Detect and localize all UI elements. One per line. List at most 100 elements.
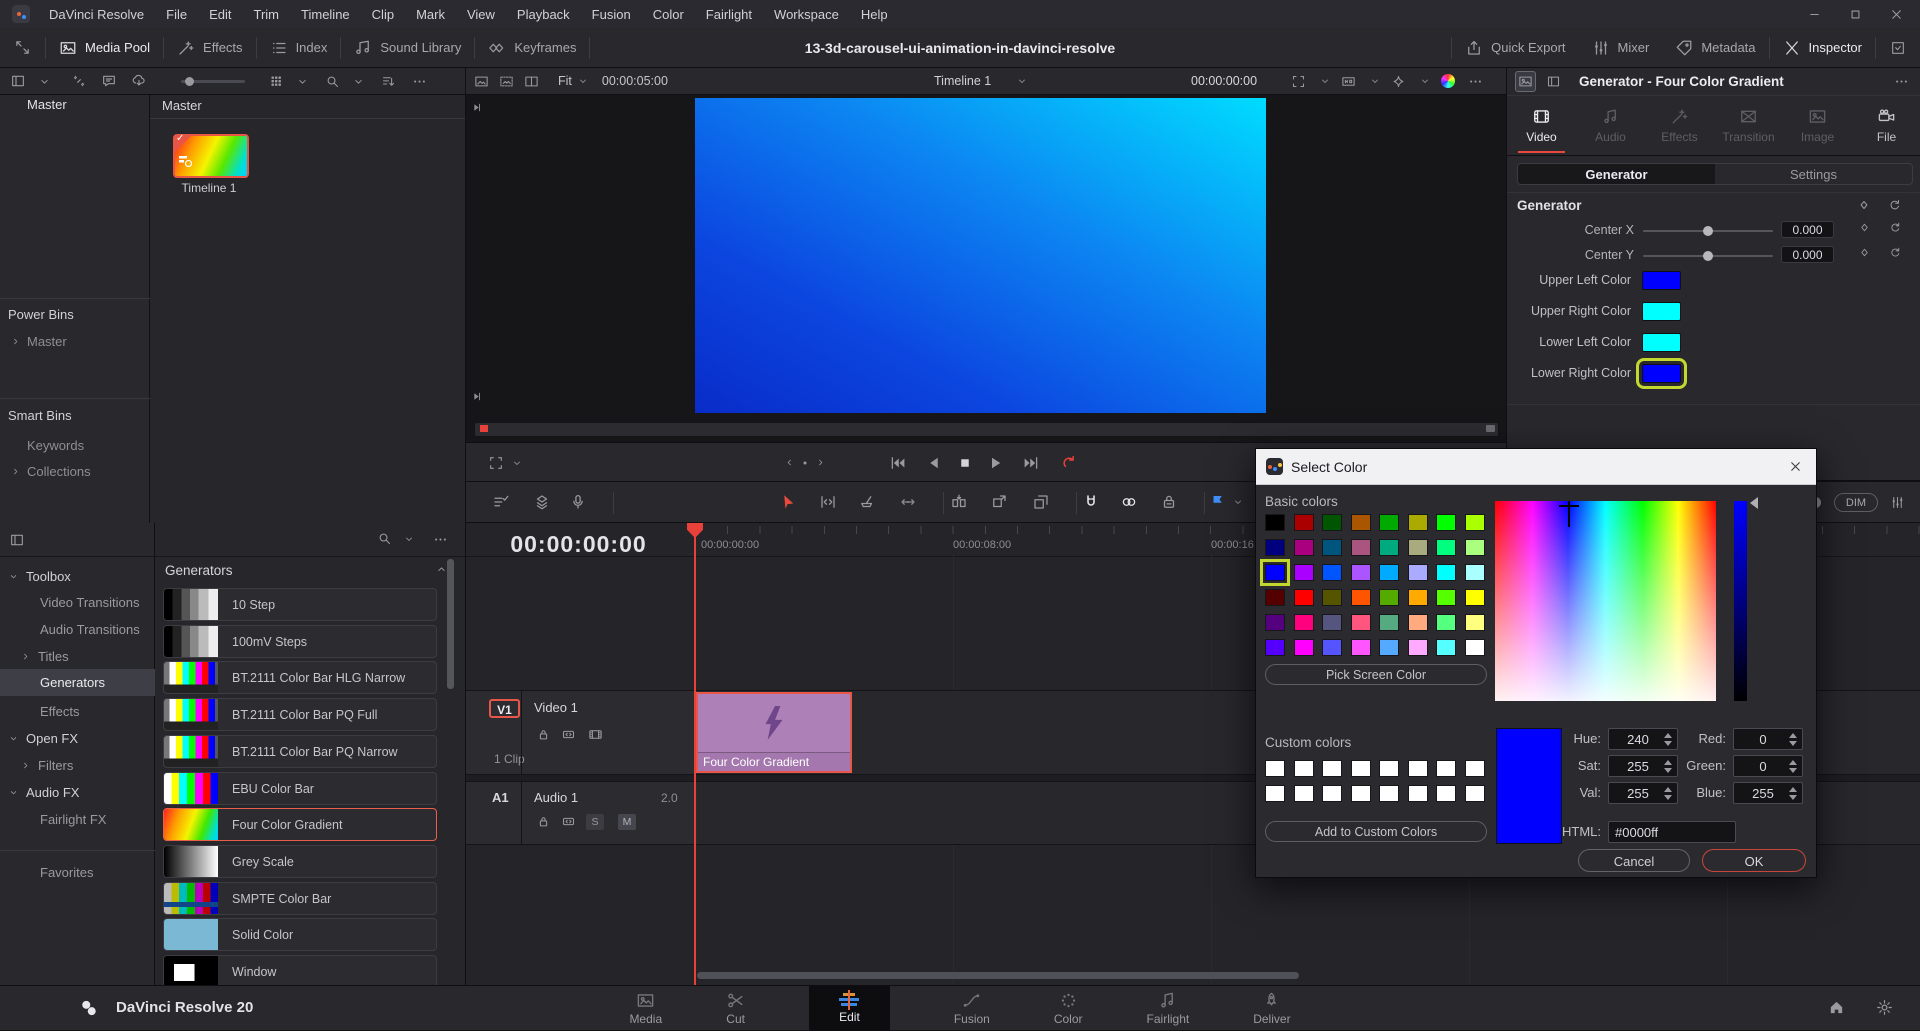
custom-color-swatch-6[interactable] [1436, 760, 1456, 777]
basic-color-swatch-ff007f[interactable] [1294, 614, 1314, 631]
sort-icon[interactable] [381, 74, 396, 89]
color-swatch-lower-right-color[interactable] [1642, 364, 1681, 383]
viewer-timeline-select[interactable]: Timeline 1 [934, 74, 991, 88]
sidebar-item-video-transitions[interactable]: Video Transitions [0, 589, 155, 616]
basic-color-swatch-00aa7f[interactable] [1379, 539, 1399, 556]
basic-color-swatch-ffaa00[interactable] [1408, 589, 1428, 606]
dialog-title-bar[interactable]: Select Color [1256, 449, 1816, 485]
audio-track-name[interactable]: Audio 1 [534, 790, 578, 805]
close-icon[interactable] [1889, 7, 1904, 22]
viewer-out-marker-icon[interactable] [470, 390, 483, 403]
razor-icon[interactable] [858, 493, 876, 511]
basic-color-swatch-00ff7f[interactable] [1436, 539, 1456, 556]
custom-color-swatch-9[interactable] [1294, 785, 1314, 802]
basic-color-swatch-ff557f[interactable] [1351, 614, 1371, 631]
chevron-down-icon[interactable] [296, 75, 309, 88]
timeline-clip-four-color-gradient[interactable]: Four Color Gradient [696, 692, 852, 773]
bin-tree-master[interactable]: Master [27, 97, 67, 112]
trim-edit-icon[interactable] [819, 493, 837, 511]
play-icon[interactable] [986, 454, 1004, 472]
basic-color-swatch-aaff7f[interactable] [1465, 539, 1485, 556]
tab-transition[interactable]: Transition [1714, 95, 1783, 155]
sound-library-button[interactable]: Sound Library [341, 28, 474, 67]
home-icon[interactable] [1828, 999, 1845, 1016]
custom-color-swatch-0[interactable] [1265, 760, 1285, 777]
add-to-custom-colors-button[interactable]: Add to Custom Colors [1265, 821, 1487, 842]
rgb-green-field[interactable]: 0 [1733, 755, 1803, 777]
rgb-red-field[interactable]: 0 [1733, 728, 1803, 750]
loop-icon[interactable] [1060, 454, 1078, 472]
voiceover-mic-icon[interactable] [569, 493, 587, 511]
menu-trim[interactable]: Trim [243, 0, 291, 28]
insert-clip-icon[interactable] [950, 493, 968, 511]
audio-track-badge[interactable]: A1 [492, 790, 509, 805]
basic-color-swatch-00557f[interactable] [1322, 539, 1342, 556]
sidebar-item-effects[interactable]: Effects [0, 698, 155, 725]
page-tab-fairlight[interactable]: Fairlight [1147, 986, 1190, 1031]
tab-effects[interactable]: Effects [1645, 95, 1714, 155]
minimize-icon[interactable] [1807, 7, 1822, 22]
auto-select-icon[interactable] [561, 814, 576, 829]
chevron-down-icon[interactable] [577, 75, 589, 87]
tab-audio[interactable]: Audio [1576, 95, 1645, 155]
grid-view-icon[interactable] [269, 74, 284, 89]
basic-color-swatch-ffffff[interactable] [1465, 639, 1485, 656]
basic-color-swatch-ff00ff[interactable] [1294, 639, 1314, 656]
ellipsis-icon[interactable] [412, 74, 427, 89]
basic-color-swatch-000000[interactable] [1265, 514, 1285, 531]
menu-edit[interactable]: Edit [198, 0, 242, 28]
timeline-horizontal-scrollbar[interactable] [697, 972, 1299, 979]
basic-color-swatch-005500[interactable] [1322, 514, 1342, 531]
generator-item-100mv-steps[interactable]: 100mV Steps [163, 625, 437, 658]
slider-value-1[interactable]: 0.000 [1781, 246, 1834, 263]
tab-image[interactable]: Image [1783, 95, 1852, 155]
html-field[interactable]: #0000ff [1608, 821, 1736, 843]
dim-button[interactable]: DIM [1834, 493, 1878, 512]
hue-saturation-map[interactable] [1495, 501, 1716, 701]
basic-color-swatch-aaaa00[interactable] [1408, 514, 1428, 531]
tab-file[interactable]: File [1852, 95, 1920, 155]
reset-icon[interactable] [1888, 198, 1902, 212]
menu-clip[interactable]: Clip [361, 0, 405, 28]
dynamic-trim-icon[interactable] [899, 493, 917, 511]
sidebar-item-filters[interactable]: Filters [0, 752, 155, 779]
rgb-red-spinner[interactable] [1789, 729, 1797, 749]
replace-clip-icon[interactable] [1032, 493, 1050, 511]
rgb-blue-spinner[interactable] [1789, 783, 1797, 803]
zoom-slider-handle[interactable] [185, 77, 194, 86]
zoom-slider[interactable] [181, 80, 245, 83]
menu-view[interactable]: View [456, 0, 506, 28]
audio-track-header[interactable]: A1Audio 12.0SM [466, 781, 697, 845]
chevron-down-icon[interactable] [1016, 75, 1028, 87]
viewer-zoom-select[interactable]: Fit [558, 74, 572, 88]
index-button[interactable]: Index [257, 28, 341, 67]
basic-color-swatch-ffff7f[interactable] [1465, 614, 1485, 631]
basic-color-swatch-55ff7f[interactable] [1436, 614, 1456, 631]
metadata-button[interactable]: Metadata [1662, 28, 1768, 67]
basic-color-swatch-55557f[interactable] [1322, 614, 1342, 631]
sidebar-item-audio-fx[interactable]: Audio FX [0, 779, 155, 806]
chevron-down-icon[interactable] [1319, 75, 1331, 87]
effects-button[interactable]: Effects [164, 28, 256, 67]
timeline-clip-label[interactable]: Timeline 1 [173, 181, 245, 195]
custom-color-swatch-3[interactable] [1351, 760, 1371, 777]
rgb-green-spinner[interactable] [1789, 756, 1797, 776]
generator-item-solid-color[interactable]: Solid Color [163, 918, 437, 951]
tab-video[interactable]: Video [1507, 95, 1576, 155]
sidebar-item-toolbox[interactable]: Toolbox [0, 563, 155, 590]
ok-button[interactable]: OK [1702, 849, 1806, 872]
custom-color-swatch-10[interactable] [1322, 785, 1342, 802]
crop-select-icon[interactable] [1291, 74, 1306, 89]
value-bar-arrow-icon[interactable] [1750, 497, 1758, 509]
generator-item-four-color-gradient[interactable]: Four Color Gradient [163, 808, 437, 841]
workspace-expand-button[interactable] [0, 28, 45, 67]
slider-handle-0[interactable] [1703, 226, 1713, 236]
basic-color-swatch-aa00ff[interactable] [1294, 564, 1314, 581]
basic-color-swatch-aa0000[interactable] [1294, 514, 1314, 531]
clip-inspector-toggle-icon[interactable] [1515, 71, 1536, 92]
basic-color-swatch-55007f[interactable] [1265, 614, 1285, 631]
subtab-settings[interactable]: Settings [1715, 164, 1912, 184]
timeline-options-icon[interactable] [492, 493, 510, 511]
lock-icon[interactable] [536, 814, 551, 829]
viewer-split-icon[interactable] [524, 74, 539, 89]
